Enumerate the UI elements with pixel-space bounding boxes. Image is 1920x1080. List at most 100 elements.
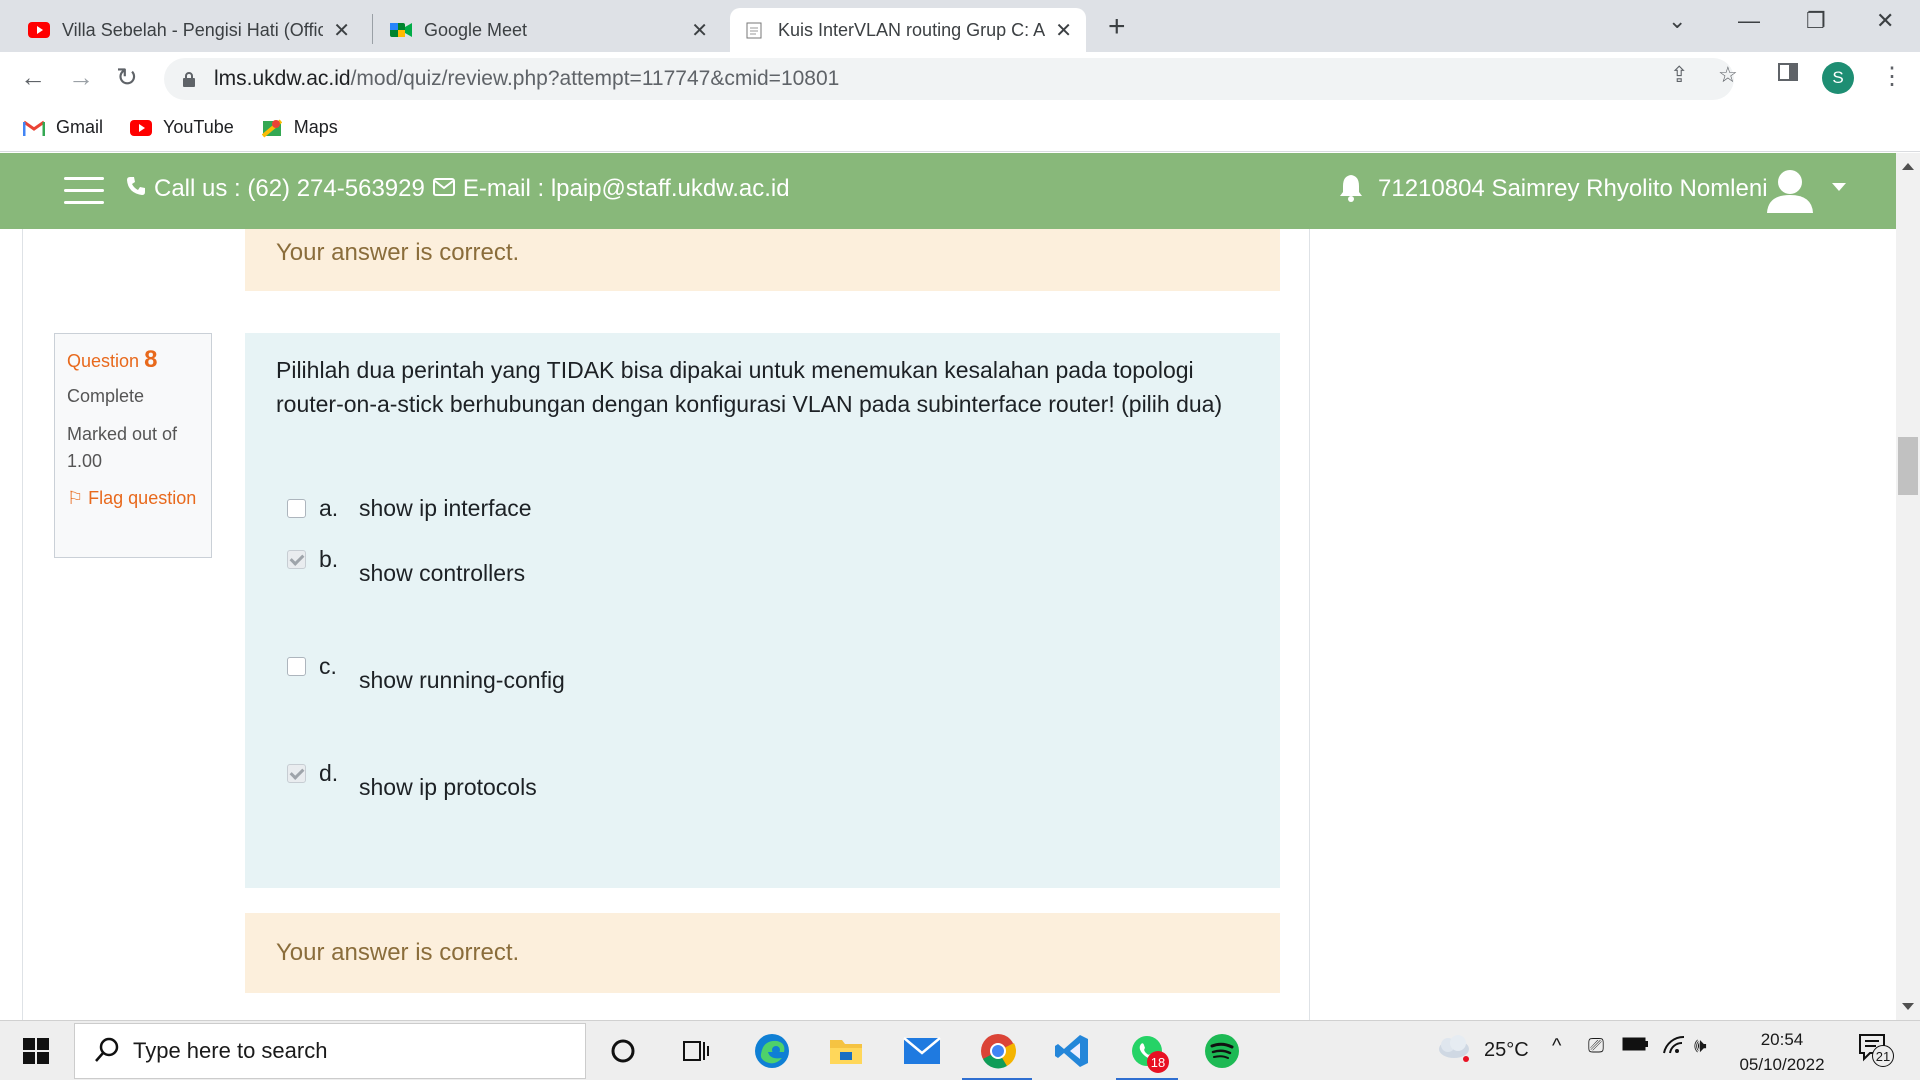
task-view-icon[interactable] (676, 1031, 716, 1071)
close-icon[interactable]: ✕ (333, 18, 350, 43)
flag-question-link[interactable]: ⚐ Flag question (67, 485, 199, 512)
reload-icon[interactable]: ↻ (116, 62, 138, 93)
option-text: show ip interface (359, 495, 532, 521)
flag-label: Flag question (88, 488, 197, 508)
question-number: Question 8 (67, 346, 199, 374)
question-grade: Marked out of 1.00 (67, 424, 178, 471)
edge-icon[interactable] (752, 1031, 792, 1071)
whatsapp-icon[interactable]: 18 (1127, 1031, 1169, 1073)
answer-checkbox[interactable] (287, 657, 306, 676)
contact-info: Call us : (62) 274-563929 E-mail : lpaip… (126, 175, 790, 203)
feedback-correct: Your answer is correct. (245, 913, 1280, 993)
page-scrollbar[interactable] (1896, 153, 1920, 1020)
answer-checkbox-checked[interactable] (287, 550, 306, 569)
chrome-icon[interactable] (978, 1031, 1018, 1071)
scroll-up-arrow-icon[interactable] (1902, 163, 1914, 170)
side-panel-icon[interactable] (1778, 62, 1798, 88)
contact-email: E-mail : lpaip@staff.ukdw.ac.id (462, 175, 790, 202)
clock-time: 20:54 (1760, 1030, 1804, 1049)
hamburger-menu-icon[interactable] (64, 177, 104, 205)
youtube-icon (28, 19, 50, 41)
more-menu-icon[interactable]: ⋮ (1880, 62, 1904, 91)
bookmarks-bar: Gmail YouTube Maps (0, 104, 1920, 152)
tab-quiz[interactable]: Kuis InterVLAN routing Grup C: A ✕ (730, 8, 1086, 52)
wifi-icon[interactable] (1662, 1035, 1686, 1061)
scroll-down-arrow-icon[interactable] (1902, 1003, 1914, 1010)
option-letter: c. (319, 653, 337, 679)
tab-title: Google Meet (424, 19, 528, 40)
spotify-icon[interactable] (1202, 1031, 1242, 1071)
bookmark-label: YouTube (163, 117, 234, 137)
tab-google-meet[interactable]: Google Meet ✕ (376, 8, 722, 52)
url-path: /mod/quiz/review.php?attempt=117747&cmid… (350, 67, 840, 90)
flag-icon: ⚐ (67, 488, 84, 508)
whatsapp-unread-badge: 18 (1147, 1051, 1169, 1073)
weather-cloud-icon[interactable] (1436, 1033, 1472, 1069)
mail-icon[interactable] (902, 1031, 942, 1071)
notification-count-badge: 21 (1872, 1045, 1894, 1067)
tab-separator (372, 14, 373, 44)
notification-bell-icon[interactable] (1338, 173, 1364, 208)
site-header: Call us : (62) 274-563929 E-mail : lpaip… (0, 153, 1896, 229)
answer-checkbox-checked[interactable] (287, 764, 306, 783)
bookmark-gmail[interactable]: Gmail (22, 117, 103, 138)
lock-icon (182, 71, 198, 87)
tab-search-chevron-icon[interactable]: ⌄ (1668, 8, 1686, 34)
maps-icon (260, 118, 284, 138)
question-label: Question (67, 351, 140, 371)
minimize-icon[interactable]: — (1738, 8, 1760, 34)
close-icon[interactable]: ✕ (1055, 18, 1072, 43)
restore-icon[interactable]: ❐ (1806, 8, 1826, 34)
bookmark-maps[interactable]: Maps (260, 117, 338, 138)
share-icon[interactable]: ⇪ (1670, 62, 1688, 88)
profile-avatar[interactable]: S (1822, 62, 1854, 94)
new-tab-plus-icon[interactable]: + (1108, 10, 1126, 44)
option-letter: b. (319, 546, 339, 572)
user-name[interactable]: 71210804 Saimrey Rhyolito Nomleni (1378, 175, 1768, 203)
windows-start-icon[interactable] (16, 1031, 56, 1071)
tab-title: Kuis InterVLAN routing Grup C: A (778, 19, 1046, 40)
user-avatar-icon[interactable] (1764, 165, 1816, 217)
address-bar[interactable]: lms.ukdw.ac.id/mod/quiz/review.php?attem… (164, 58, 1734, 100)
bookmark-youtube[interactable]: YouTube (129, 117, 234, 138)
back-arrow-icon[interactable]: ← (20, 62, 46, 93)
option-text: show ip protocols (359, 774, 537, 800)
temperature[interactable]: 25°C (1484, 1039, 1529, 1062)
browser-toolbar: ← → ↻ lms.ukdw.ac.id/mod/quiz/review.php… (0, 52, 1920, 104)
google-meet-icon (390, 19, 412, 41)
system-clock[interactable]: 20:54 05/10/2022 (1722, 1027, 1842, 1077)
user-menu-caret-icon[interactable] (1832, 183, 1846, 191)
close-window-icon[interactable]: ✕ (1876, 8, 1894, 34)
notification-center-icon[interactable]: 21 (1858, 1033, 1894, 1069)
url-host: lms.ukdw.ac.id (214, 67, 351, 90)
question-state: Complete (67, 386, 145, 406)
search-icon (93, 1036, 121, 1070)
bookmark-star-icon[interactable]: ☆ (1718, 62, 1738, 88)
tab-youtube[interactable]: Villa Sebelah - Pengisi Hati (Official ✕ (14, 8, 364, 52)
show-hidden-icons-chevron-icon[interactable]: ^ (1552, 1035, 1561, 1058)
cortana-icon[interactable] (603, 1031, 643, 1071)
option-letter: d. (319, 760, 339, 786)
envelope-icon (432, 175, 455, 203)
feedback-text: Your answer is correct. (276, 239, 520, 266)
tab-title: Villa Sebelah - Pengisi Hati (Official (62, 19, 324, 40)
scrollbar-thumb[interactable] (1898, 437, 1918, 495)
vscode-icon[interactable] (1052, 1031, 1092, 1071)
question-box: Pilihlah dua perintah yang TIDAK bisa di… (245, 333, 1280, 888)
file-explorer-icon[interactable] (826, 1031, 866, 1071)
clock-date: 05/10/2022 (1739, 1055, 1825, 1074)
question-number-value: 8 (144, 346, 158, 373)
forward-arrow-icon[interactable]: → (68, 62, 94, 93)
battery-icon[interactable] (1622, 1035, 1650, 1058)
browser-tab-strip: Villa Sebelah - Pengisi Hati (Official ✕… (0, 0, 1920, 52)
bookmark-label: Maps (293, 117, 338, 137)
windows-taskbar: Type here to search 18 25°C ^ ⎚ 🕪 20:54 … (0, 1020, 1920, 1080)
taskbar-search-box[interactable]: Type here to search (74, 1023, 586, 1079)
question-info-box: Question 8 Complete Marked out of 1.00 ⚐… (54, 333, 212, 558)
close-icon[interactable]: ✕ (691, 18, 708, 43)
feedback-text: Your answer is correct. (276, 939, 520, 966)
volume-icon[interactable]: 🕪 (1694, 1035, 1707, 1058)
answer-checkbox[interactable] (287, 499, 306, 518)
question-text: Pilihlah dua perintah yang TIDAK bisa di… (276, 357, 1223, 417)
meet-now-icon[interactable]: ⎚ (1588, 1035, 1604, 1058)
